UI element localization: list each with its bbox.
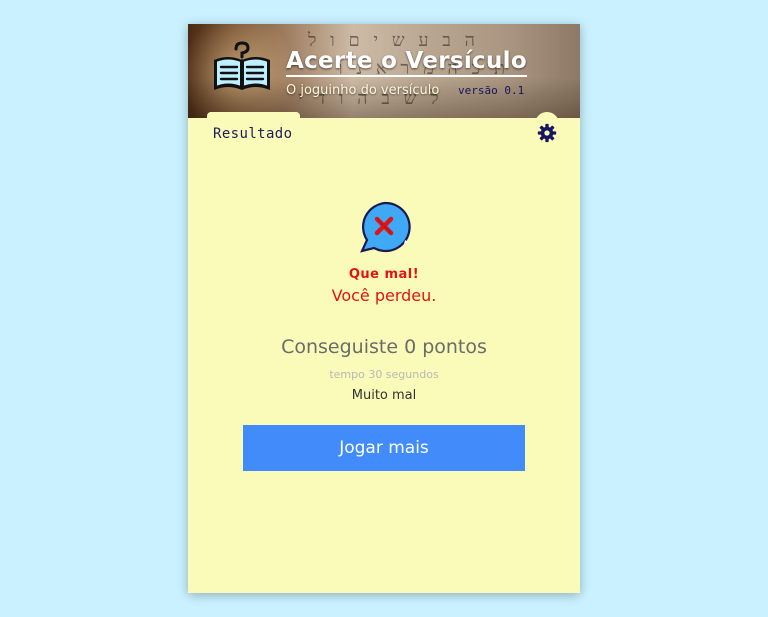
game-card: ה ב ע ש י ם ו ל ת כ ה מ ר א נ ו ל ש ב ה … — [188, 24, 580, 593]
result-message: Você perdeu. — [331, 286, 437, 305]
app-subtitle: O joguinho do versículo — [286, 83, 440, 98]
time-text: tempo 30 segundos — [329, 368, 439, 381]
rating-text: Muito mal — [351, 388, 417, 403]
header-banner: ה ב ע ש י ם ו ל ת כ ה מ ר א נ ו ל ש ב ה … — [188, 24, 580, 118]
tab-label: Resultado — [213, 126, 293, 142]
gear-icon[interactable] — [537, 123, 557, 143]
book-question-icon — [214, 41, 270, 90]
result-headline: Que mal! — [348, 267, 420, 282]
app-title: Acerte o Versículo — [286, 48, 527, 77]
version-label: versão 0.1 — [458, 84, 525, 97]
play-again-button[interactable]: Jogar mais — [243, 425, 525, 471]
x-speech-bubble-icon — [360, 201, 411, 253]
points-text: Conseguiste 0 pontos — [281, 336, 487, 358]
